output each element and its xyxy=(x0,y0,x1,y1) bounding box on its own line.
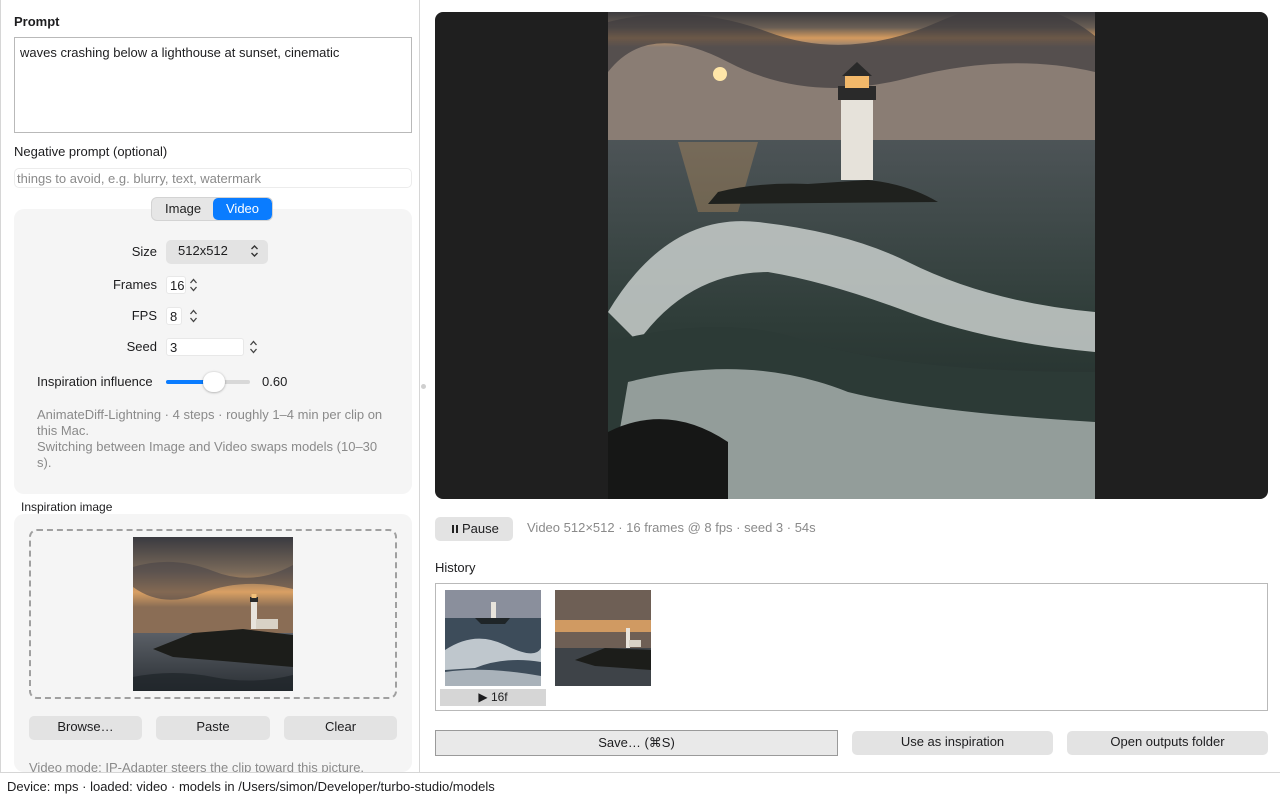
negative-prompt-label: Negative prompt (optional) xyxy=(14,144,168,159)
size-popup[interactable]: 512x512 xyxy=(166,240,268,264)
frames-stepper[interactable] xyxy=(188,276,199,294)
mode-segmented-control[interactable]: Image Video xyxy=(151,197,274,221)
play-icon: ▶ 16f xyxy=(478,690,508,704)
generation-status: Video 512×512 · 16 frames @ 8 fps · seed… xyxy=(527,520,816,535)
prompt-textarea[interactable]: waves crashing below a lighthouse at sun… xyxy=(14,37,412,133)
status-bar: Device: mps · loaded: video · models in … xyxy=(0,772,1280,800)
stepper-icon xyxy=(190,309,197,323)
history-thumbnail-image[interactable] xyxy=(555,590,651,686)
seed-stepper[interactable] xyxy=(248,338,259,356)
fps-field[interactable]: 8 xyxy=(166,307,182,325)
chevron-updown-icon xyxy=(250,240,259,271)
save-button[interactable]: Save… (⌘S) xyxy=(435,730,838,756)
pause-icon xyxy=(452,525,458,533)
clear-button[interactable]: Clear xyxy=(284,716,397,740)
model-note-line: Switching between Image and Video swaps … xyxy=(37,439,378,470)
history-label: History xyxy=(435,560,476,575)
history-thumbnail-video[interactable] xyxy=(445,590,541,686)
prompt-label: Prompt xyxy=(14,14,60,29)
tab-video[interactable]: Video xyxy=(213,198,273,220)
stepper-icon xyxy=(250,340,257,354)
frames-label: Frames xyxy=(112,277,157,292)
preview-viewer xyxy=(435,12,1268,499)
inspiration-image xyxy=(133,537,293,691)
browse-button[interactable]: Browse… xyxy=(29,716,142,740)
tab-image[interactable]: Image xyxy=(152,198,213,220)
pause-label: Pause xyxy=(462,521,499,536)
settings-panel: Prompt waves crashing below a lighthouse… xyxy=(0,0,420,772)
paste-button[interactable]: Paste xyxy=(156,716,270,740)
seed-label: Seed xyxy=(126,339,157,354)
stepper-icon xyxy=(190,278,197,292)
model-note-line: AnimateDiff-Lightning · 4 steps · roughl… xyxy=(37,407,383,438)
influence-slider-knob[interactable] xyxy=(203,372,225,392)
preview-video-frame[interactable] xyxy=(608,12,1095,499)
size-label: Size xyxy=(131,244,157,259)
negative-prompt-input[interactable] xyxy=(14,168,412,188)
inspiration-label: Inspiration image xyxy=(21,500,113,514)
fps-stepper[interactable] xyxy=(188,307,199,325)
mode-hint: Video mode: IP-Adapter steers the clip t… xyxy=(29,760,365,772)
history-frame-badge: ▶ 16f xyxy=(440,689,546,706)
seed-field[interactable]: 3 xyxy=(166,338,244,356)
influence-value: 0.60 xyxy=(262,374,288,389)
split-view-handle[interactable] xyxy=(421,384,426,389)
model-note: AnimateDiff-Lightning · 4 steps · roughl… xyxy=(37,407,392,471)
frames-field[interactable]: 16 xyxy=(166,276,186,294)
influence-label: Inspiration influence xyxy=(37,374,153,389)
open-outputs-folder-button[interactable]: Open outputs folder xyxy=(1067,731,1268,755)
fps-label: FPS xyxy=(131,308,157,323)
pause-button[interactable]: Pause xyxy=(435,517,513,541)
size-value: 512x512 xyxy=(178,243,228,258)
use-as-inspiration-button[interactable]: Use as inspiration xyxy=(852,731,1053,755)
